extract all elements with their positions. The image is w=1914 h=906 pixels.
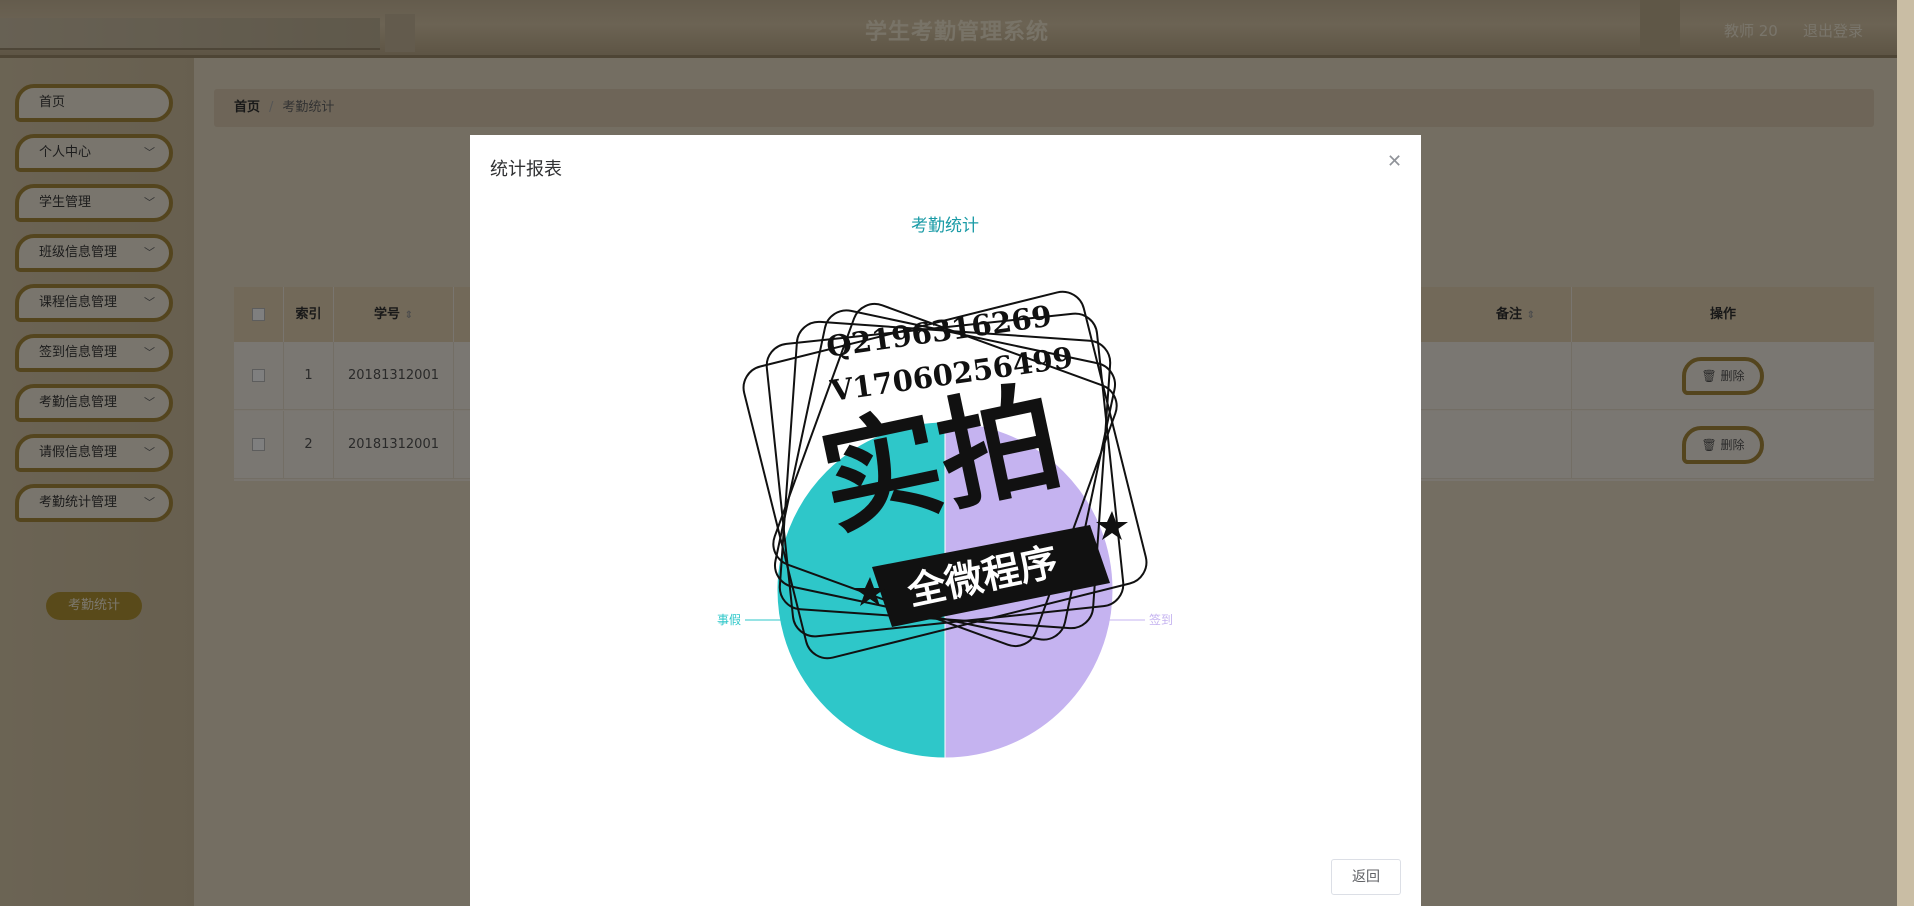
back-button[interactable]: 返回 bbox=[1331, 859, 1401, 895]
pie-label: 签到 bbox=[1149, 612, 1173, 627]
pie-chart: 考勤统计 签到事假 Q2196316269 V17060256499 实拍 全微… bbox=[717, 216, 1173, 759]
chart-title: 考勤统计 bbox=[911, 216, 979, 236]
pie-label: 事假 bbox=[717, 613, 741, 627]
page-scrollbar[interactable] bbox=[1897, 0, 1914, 906]
report-dialog: 统计报表 ✕ 考勤统计 签到 事假 Q2196316269 V1706025649… bbox=[470, 135, 1421, 906]
